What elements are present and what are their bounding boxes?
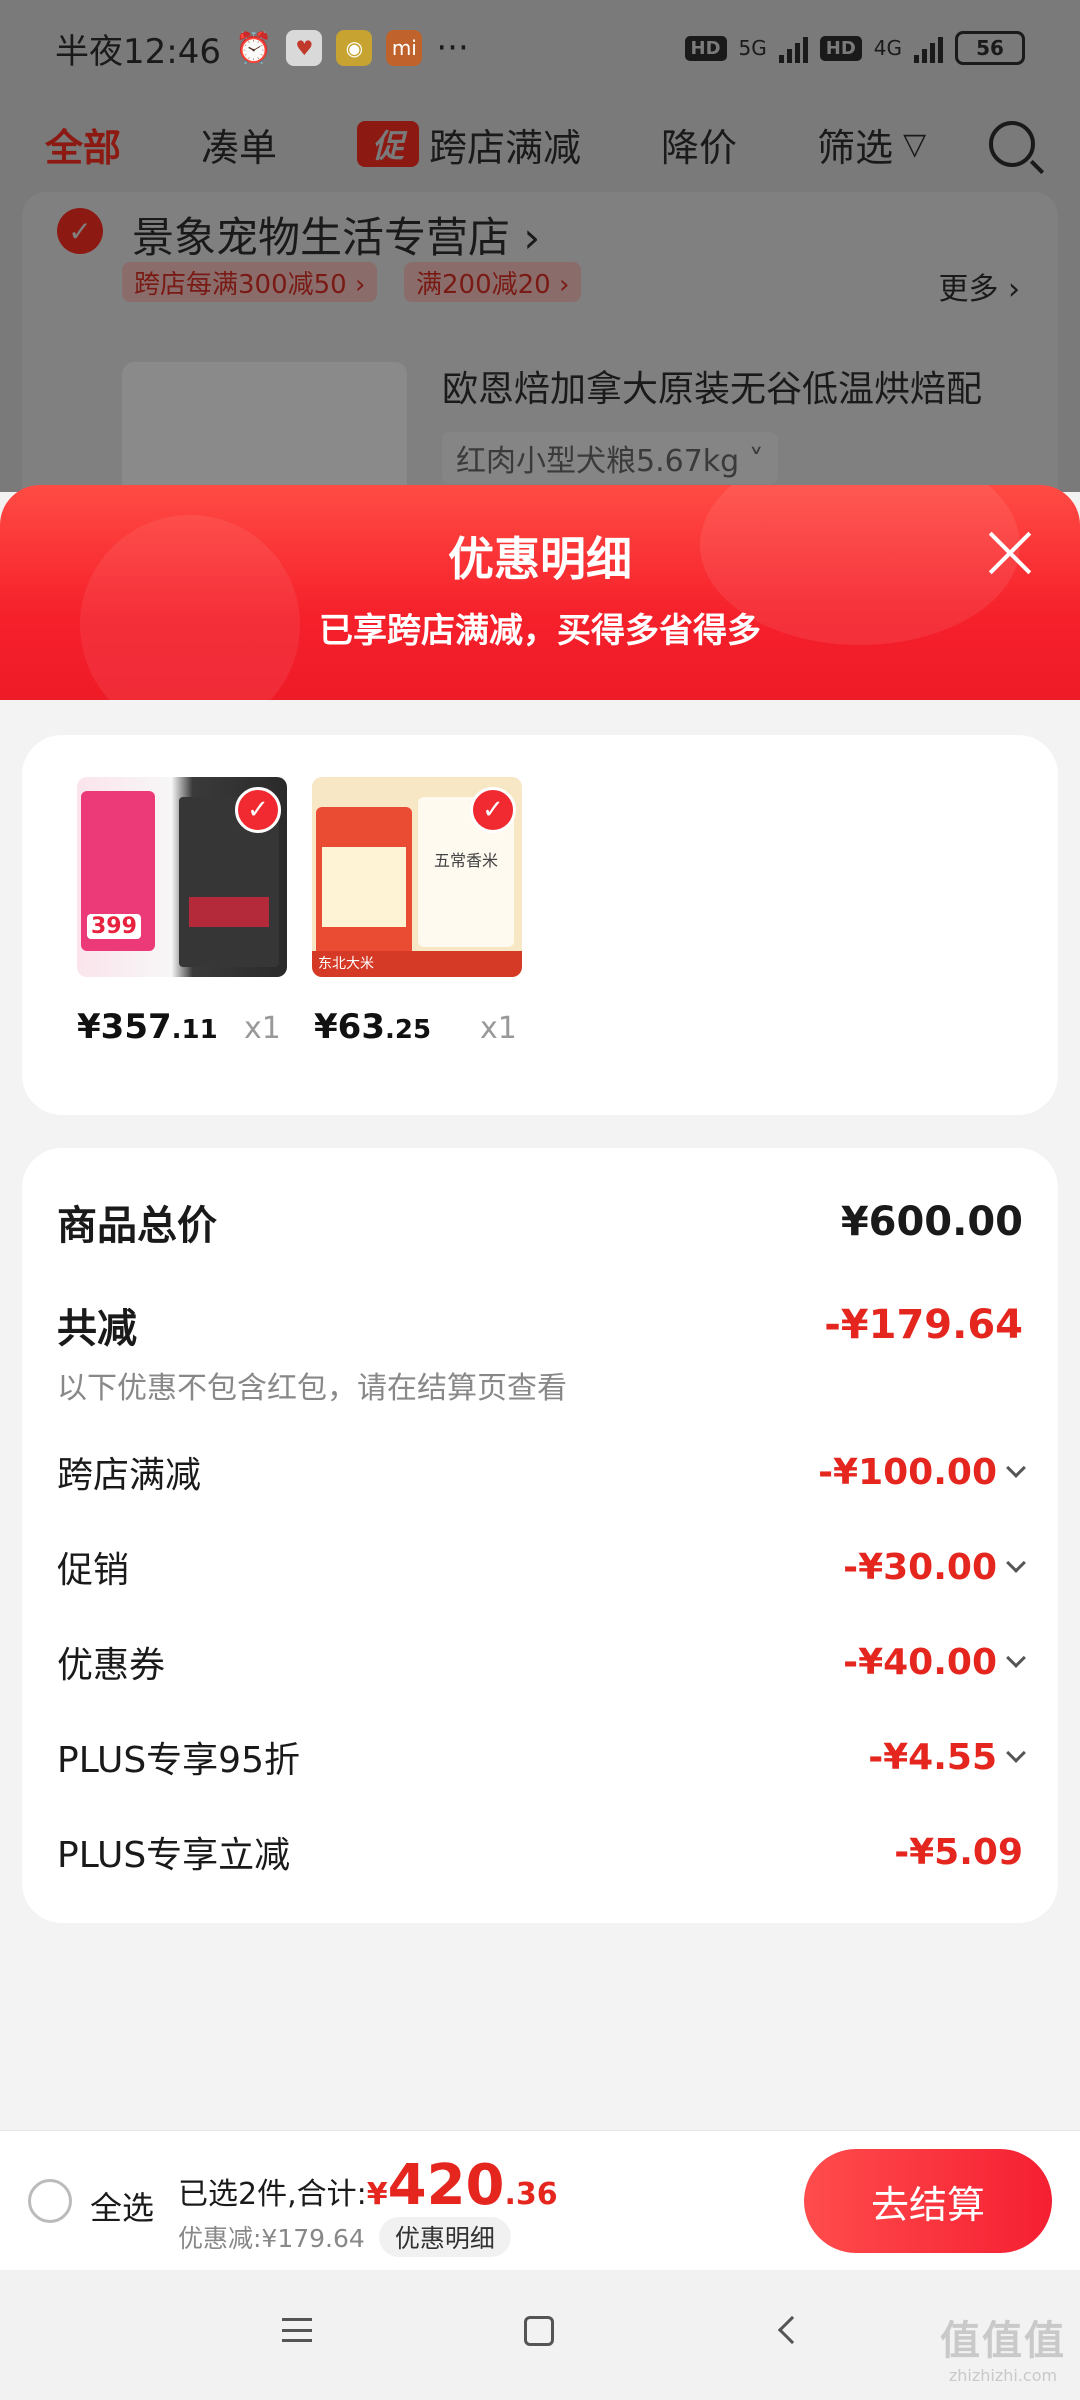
product-price: ¥357.11 — [77, 1007, 218, 1047]
selected-products-card: 399 ✓ ¥357.11 x1 五常香米 东北大米 ✓ ¥63.25 x1 — [22, 735, 1058, 1115]
tab-filter[interactable]: 筛选 ▽ — [817, 117, 926, 172]
menu-icon[interactable] — [282, 2318, 312, 2342]
total-price-row: 商品总价 ¥600.00 — [57, 1193, 1023, 1251]
store-promo-tag[interactable]: 跨店每满300减50 › — [122, 262, 378, 302]
weibo-icon: ◉ — [336, 30, 373, 66]
health-app-icon: ♥ — [286, 30, 323, 66]
total-summary: 已选2件,合计: ¥ 420 .36 — [178, 2153, 558, 2218]
close-icon[interactable] — [984, 525, 1036, 577]
filter-icon: ▽ — [903, 126, 927, 162]
store-name[interactable]: 景象宠物生活专营店 › — [132, 204, 540, 265]
home-icon[interactable] — [524, 2316, 554, 2346]
store-promo-tag[interactable]: 满200减20 › — [404, 262, 582, 302]
check-icon: ✓ — [470, 787, 516, 833]
product-qty: x1 — [244, 1011, 281, 1046]
chevron-down-icon — [1006, 1553, 1026, 1573]
cart-filter-nav: 全部 凑单 促跨店满减 降价 筛选 ▽ — [0, 96, 1080, 192]
sheet-title: 优惠明细 — [448, 532, 632, 586]
back-icon[interactable] — [777, 2315, 807, 2345]
product-spec-selector[interactable]: 红肉小型犬粮5.67kg ˅ — [442, 432, 778, 484]
select-all-label[interactable]: 全选 — [90, 2183, 154, 2229]
discount-row-promo[interactable]: 促销 -¥30.00 — [57, 1541, 1026, 1593]
store-checkbox[interactable]: ✓ — [57, 208, 103, 254]
product-title[interactable]: 欧恩焙加拿大原装无谷低温烘焙配 — [442, 360, 982, 412]
discount-detail-button[interactable]: 优惠明细 — [378, 2217, 511, 2257]
rice-label: 五常香米 — [433, 851, 498, 870]
discount-summary: 优惠减:¥179.64 优惠明细 — [178, 2217, 511, 2257]
store-area: ✓ 景象宠物生活专营店 › 跨店每满300减50 › 满200减20 › 更多 … — [0, 192, 1080, 512]
search-icon[interactable] — [989, 121, 1035, 167]
tab-bundle[interactable]: 凑单 — [201, 117, 277, 172]
net-5g-label: 5G — [738, 36, 767, 60]
store-card: ✓ 景象宠物生活专营店 › 跨店每满300减50 › 满200减20 › 更多 … — [22, 192, 1058, 512]
discount-row-plus-reduce: PLUS专享立减 -¥5.09 — [57, 1831, 1023, 1877]
discount-row-coupon[interactable]: 优惠券 -¥40.00 — [57, 1636, 1026, 1688]
signal-icon-2 — [914, 33, 943, 63]
signal-icon — [778, 33, 808, 63]
total-price-label: 商品总价 — [57, 1203, 217, 1249]
discount-row-cross-store[interactable]: 跨店满减 -¥100.00 — [57, 1446, 1026, 1498]
system-nav-bar: 值值值 zhizhizhi.com — [0, 2270, 1080, 2400]
more-notifications-icon: ··· — [436, 28, 469, 68]
chevron-down-icon — [1006, 1648, 1026, 1668]
status-time: 半夜12:46 — [55, 31, 221, 72]
watermark: 值值值 zhizhizhi.com — [940, 2318, 1066, 2385]
mi-icon: mi — [386, 30, 423, 66]
store-more-link[interactable]: 更多 › — [938, 264, 1020, 308]
total-price-value: ¥600.00 — [840, 1199, 1023, 1245]
promo-badge: 促 — [357, 121, 420, 167]
select-all-checkbox[interactable] — [28, 2179, 72, 2223]
hd-badge: HD — [684, 35, 727, 61]
hd-badge-2: HD — [819, 35, 862, 61]
total-reduce-row: 共减 -¥179.64 — [57, 1296, 1023, 1354]
product-price-badge: 399 — [87, 914, 141, 939]
product-item[interactable]: 399 ✓ — [77, 777, 287, 977]
status-bar: 半夜12:46 ⏰ ♥ ◉ mi ··· HD 5G HD 4G 56 — [0, 0, 1080, 96]
total-reduce-value: -¥179.64 — [824, 1302, 1023, 1348]
battery-icon: 56 — [955, 31, 1025, 65]
sheet-subtitle: 已享跨店满减，买得多省得多 — [319, 611, 761, 651]
discount-detail-card: 商品总价 ¥600.00 共减 -¥179.64 以下优惠不包含红包，请在结算页… — [22, 1148, 1058, 1923]
total-amount: 420 — [387, 2153, 505, 2218]
discount-sheet-header: 优惠明细 已享跨店满减，买得多省得多 — [0, 485, 1080, 705]
tab-price-drop[interactable]: 降价 — [661, 117, 737, 172]
product-qty: x1 — [480, 1011, 517, 1046]
alarm-icon: ⏰ — [234, 30, 273, 66]
product-price: ¥63.25 — [314, 1007, 432, 1047]
chevron-down-icon — [1006, 1458, 1026, 1478]
rice-banner: 东北大米 — [312, 951, 522, 977]
net-4g-label: 4G — [873, 36, 902, 60]
discount-note: 以下优惠不包含红包，请在结算页查看 — [57, 1371, 567, 1406]
total-reduce-label: 共减 — [57, 1306, 137, 1352]
checkout-button[interactable]: 去结算 — [804, 2149, 1052, 2253]
discount-row-plus-95[interactable]: PLUS专享95折 -¥4.55 — [57, 1731, 1026, 1783]
checkout-bar: 全选 已选2件,合计: ¥ 420 .36 优惠减:¥179.64 优惠明细 去… — [0, 2130, 1080, 2270]
discount-sheet-body: 399 ✓ ¥357.11 x1 五常香米 东北大米 ✓ ¥63.25 x1 商… — [0, 700, 1080, 2130]
product-item[interactable]: 五常香米 东北大米 ✓ — [312, 777, 522, 977]
check-icon: ✓ — [235, 787, 281, 833]
tab-cross-store[interactable]: 促跨店满减 — [357, 117, 581, 172]
chevron-down-icon — [1006, 1743, 1026, 1763]
tab-all[interactable]: 全部 — [45, 117, 121, 172]
